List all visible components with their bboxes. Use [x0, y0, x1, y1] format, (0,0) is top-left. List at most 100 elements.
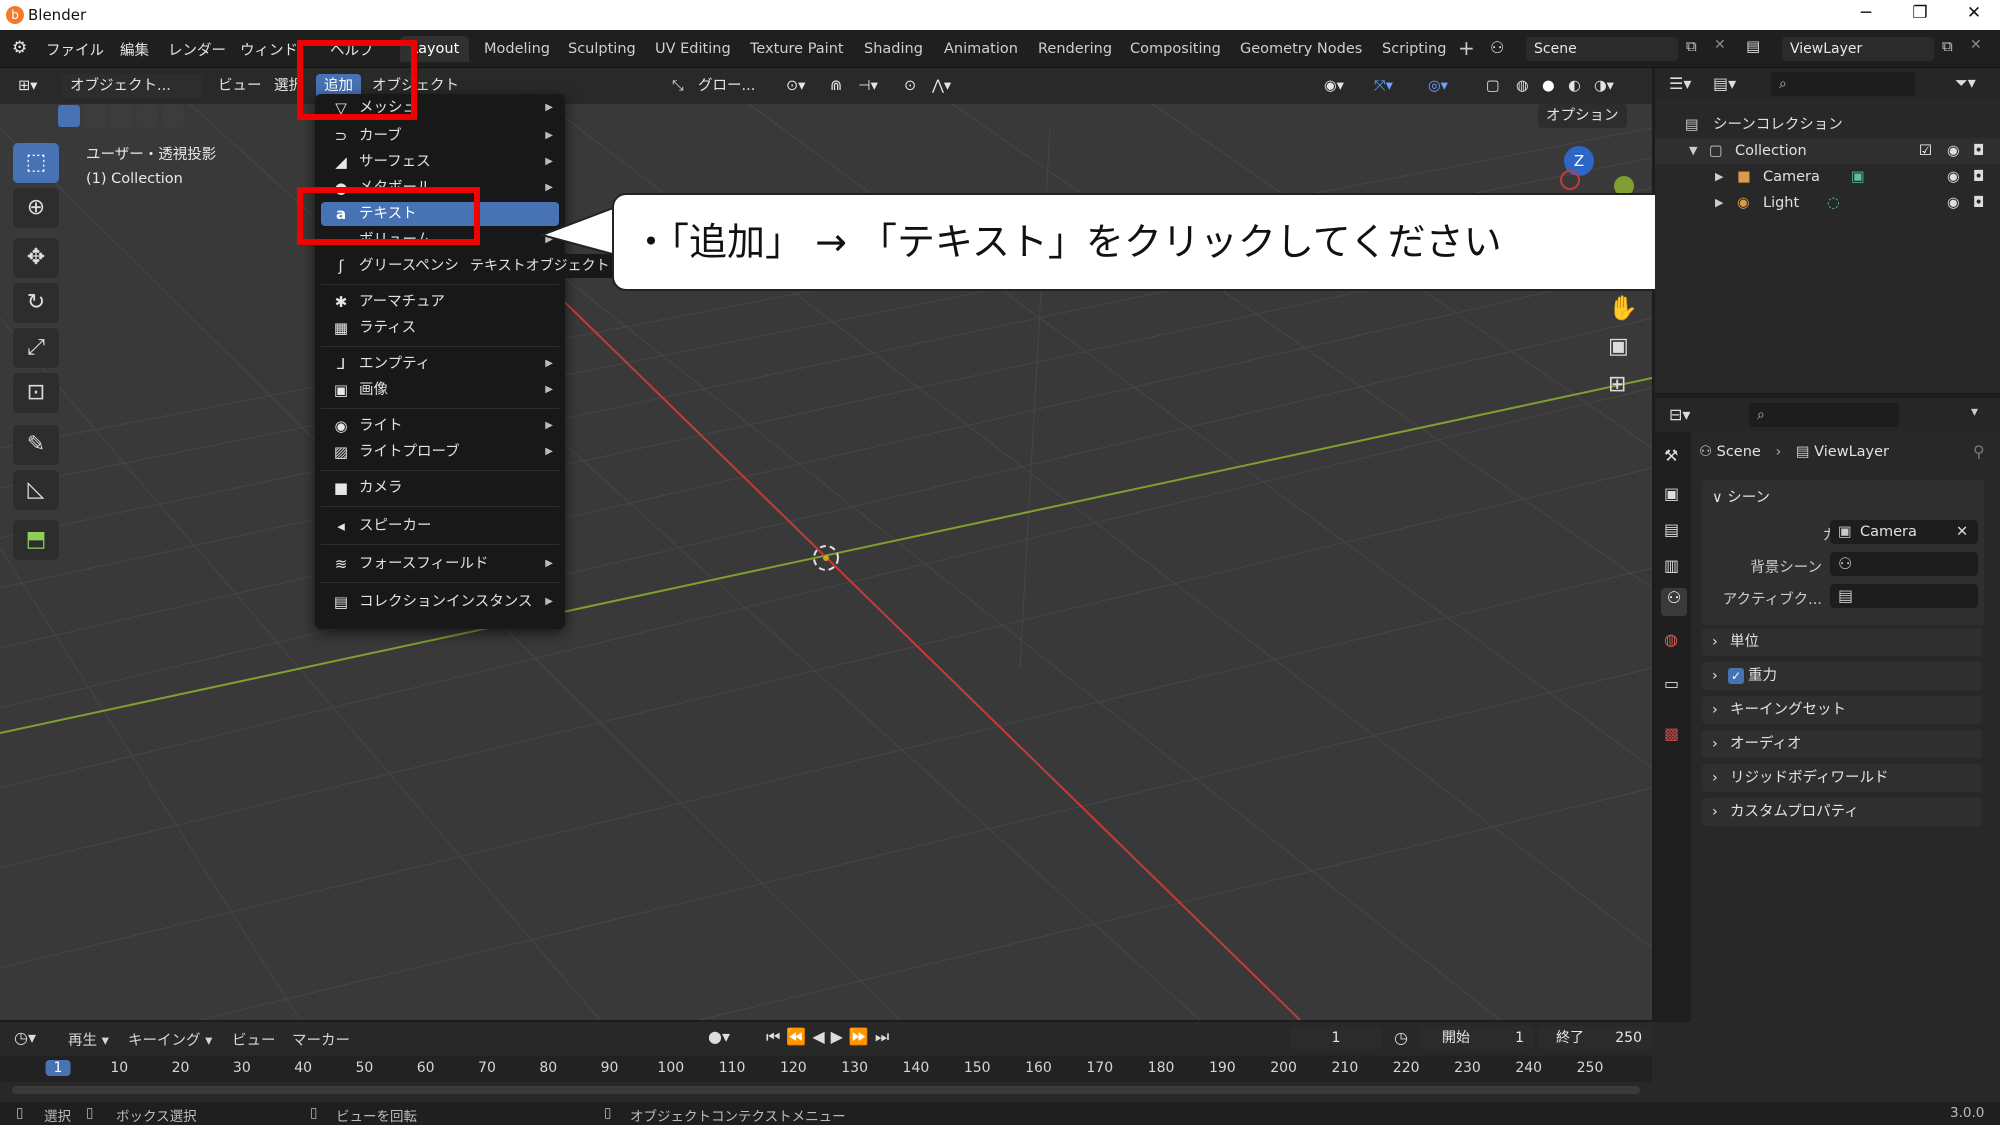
add-menu-item-empty[interactable]: ⅃ エンプティ ▶: [321, 352, 559, 376]
camera-view-icon[interactable]: ▣: [1608, 334, 1629, 359]
background-scene-field[interactable]: ⚇: [1830, 552, 1978, 576]
falloff-icon[interactable]: ⋀▾: [924, 74, 959, 98]
maximize-button[interactable]: ❐: [1900, 3, 1940, 23]
select-new-icon[interactable]: [58, 105, 80, 127]
gravity-checkbox[interactable]: ✓: [1728, 668, 1744, 684]
new-view-layer-icon[interactable]: ⧉: [1942, 37, 1953, 55]
blender-menu-icon[interactable]: ⚙: [12, 38, 27, 58]
select-subtract-icon[interactable]: [110, 105, 132, 127]
display-mode-icon[interactable]: ▤▾: [1713, 74, 1736, 93]
view-layer-tab-icon[interactable]: ▥: [1664, 556, 1679, 575]
measure-tool-icon[interactable]: ◺: [13, 470, 59, 510]
add-menu-item-collection-instance[interactable]: ▤ コレクションインスタンス ▶: [321, 590, 559, 614]
transform-orientation-selector[interactable]: グロー...: [690, 74, 790, 98]
record-icon[interactable]: ●▾: [708, 1027, 730, 1046]
playback-controls-icon[interactable]: ⏮⏪◀▶⏩⏭: [766, 1027, 895, 1047]
timeline-editor-icon[interactable]: ◷▾: [14, 1028, 36, 1047]
move-tool-icon[interactable]: ✥: [13, 238, 59, 278]
add-menu-item-speaker[interactable]: ◂ スピーカー: [321, 514, 559, 538]
keying-menu[interactable]: キーイング ▾: [128, 1029, 212, 1050]
world-tab-icon[interactable]: ◍: [1664, 630, 1678, 649]
add-menu-item-curve[interactable]: ⊃ カーブ ▶: [321, 124, 559, 148]
end-frame-field[interactable]: 終了 250: [1538, 1026, 1652, 1050]
scene-selector[interactable]: Scene: [1526, 37, 1678, 61]
timeline-view-menu[interactable]: ビュー: [232, 1029, 276, 1050]
transform-orientation-icon[interactable]: ⤡: [664, 74, 692, 98]
options-dropdown[interactable]: オプション: [1538, 104, 1627, 128]
overlay-icon[interactable]: ◎▾: [1420, 74, 1456, 98]
menu-render[interactable]: レンダー: [168, 39, 226, 60]
pin-icon[interactable]: ⚲: [1973, 442, 1985, 461]
visibility-eye-icon[interactable]: ◉: [1947, 138, 1960, 164]
view-layer-icon[interactable]: ▤: [1746, 37, 1760, 55]
scene-panel-title[interactable]: ∨ シーン: [1712, 486, 1770, 507]
expand-arrow-icon[interactable]: ▶: [1715, 190, 1723, 216]
panel-custom-properties[interactable]: › カスタムプロパティ: [1702, 798, 1982, 826]
select-extend-icon[interactable]: [84, 105, 106, 127]
material-shading-icon[interactable]: ◐: [1560, 74, 1589, 98]
gizmo-icon[interactable]: ⤧▾: [1366, 74, 1401, 98]
properties-search-input[interactable]: ⌕: [1749, 403, 1899, 427]
add-cube-tool-icon[interactable]: ⬒: [13, 520, 59, 560]
snap-target-icon[interactable]: ⊣▾: [850, 74, 886, 98]
tab-texture-paint[interactable]: Texture Paint: [740, 36, 854, 62]
select-box-tool-icon[interactable]: ⬚: [13, 143, 59, 183]
add-menu-item-surface[interactable]: ◢ サーフェス ▶: [321, 150, 559, 174]
menu-edit[interactable]: 編集: [120, 39, 149, 60]
new-scene-icon[interactable]: ⧉: [1686, 37, 1697, 55]
mode-selector[interactable]: オブジェクト...: [62, 74, 202, 98]
editor-type-icon[interactable]: ⊞▾: [10, 74, 45, 98]
add-menu-item-camera[interactable]: ■ カメラ: [321, 476, 559, 500]
filter-icon[interactable]: ⏷▾: [1955, 73, 1976, 93]
delete-view-layer-icon[interactable]: ✕: [1970, 37, 1982, 53]
render-camera-icon[interactable]: ◘: [1973, 190, 1984, 216]
render-tab-icon[interactable]: ▣: [1664, 484, 1679, 503]
add-menu-item-armature[interactable]: ✱ アーマチュア: [321, 290, 559, 314]
add-menu-item-lattice[interactable]: ▦ ラティス: [321, 316, 559, 340]
outliner-light-row[interactable]: ▶ ◉ Light ◌ ◉ ◘: [1655, 190, 2000, 216]
ortho-toggle-icon[interactable]: ⊞: [1608, 372, 1626, 397]
light-data-icon[interactable]: ◌: [1827, 190, 1840, 216]
timeline-scrollbar[interactable]: [12, 1086, 1640, 1094]
visibility-eye-icon[interactable]: ◉: [1947, 190, 1960, 216]
properties-editor-icon[interactable]: ⊟▾: [1669, 405, 1690, 424]
panel-keying-sets[interactable]: › キーイングセット: [1702, 696, 1982, 724]
proportional-edit-icon[interactable]: ⊙: [896, 74, 924, 98]
delete-scene-icon[interactable]: ✕: [1714, 37, 1726, 53]
outliner-search-input[interactable]: ⌕: [1771, 72, 1915, 96]
add-menu-item-image[interactable]: ▣ 画像 ▶: [321, 378, 559, 402]
tab-animation[interactable]: Animation: [934, 36, 1028, 62]
chevron-down-icon[interactable]: ▾: [1971, 404, 1978, 420]
select-intersect-icon[interactable]: [162, 105, 184, 127]
rendered-shading-icon[interactable]: ◑▾: [1586, 74, 1622, 98]
visibility-icon[interactable]: ◉▾: [1316, 74, 1352, 98]
add-menu-item-force-field[interactable]: ≋ フォースフィールド ▶: [321, 552, 559, 576]
add-workspace-button[interactable]: +: [1458, 36, 1475, 60]
tab-uv-editing[interactable]: UV Editing: [645, 36, 741, 62]
expand-arrow-icon[interactable]: ▶: [1715, 164, 1723, 190]
menu-window[interactable]: ウィンド: [240, 39, 298, 60]
visibility-eye-icon[interactable]: ◉: [1947, 164, 1960, 190]
current-frame-field[interactable]: 1: [1290, 1026, 1382, 1050]
transform-tool-icon[interactable]: ⊡: [13, 373, 59, 413]
menu-view[interactable]: ビュー: [210, 74, 270, 98]
tool-tab-icon[interactable]: ⚒: [1664, 446, 1678, 465]
render-camera-icon[interactable]: ◘: [1973, 138, 1984, 164]
add-menu-item-light[interactable]: ◉ ライト ▶: [321, 414, 559, 438]
minimize-button[interactable]: ─: [1846, 3, 1886, 23]
panel-units[interactable]: › 単位: [1702, 628, 1982, 656]
solid-shading-icon[interactable]: ●: [1534, 74, 1563, 98]
close-window-button[interactable]: ✕: [1954, 3, 1994, 23]
menu-file[interactable]: ファイル: [46, 39, 104, 60]
outliner-camera-row[interactable]: ▶ ■ Camera ▣ ◉ ◘: [1655, 164, 2000, 190]
output-tab-icon[interactable]: ▤: [1664, 520, 1679, 539]
active-clip-field[interactable]: ▤: [1830, 584, 1978, 608]
scene-icon[interactable]: ⚇: [1490, 38, 1504, 57]
exclude-checkbox[interactable]: ☑: [1919, 138, 1932, 164]
rotate-tool-icon[interactable]: ↻: [13, 283, 59, 323]
panel-gravity[interactable]: › ✓ 重力: [1702, 662, 1982, 690]
outliner-editor-icon[interactable]: ☰▾: [1669, 74, 1691, 93]
pivot-icon[interactable]: ⊙▾: [778, 74, 813, 98]
snap-icon[interactable]: ⋒: [822, 74, 850, 98]
outliner-scene-collection[interactable]: ▤ シーンコレクション: [1655, 112, 2000, 138]
